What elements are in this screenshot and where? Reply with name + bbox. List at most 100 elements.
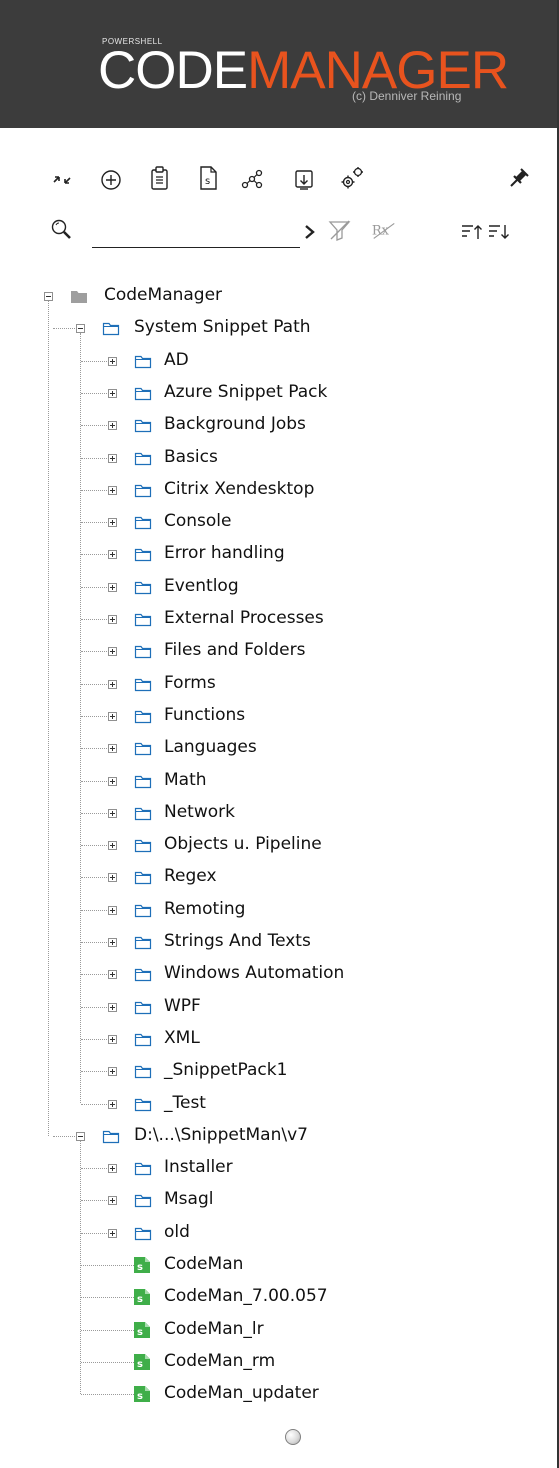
sort-descending-icon[interactable] bbox=[485, 218, 513, 246]
folder-label[interactable]: _SnippetPack1 bbox=[164, 1060, 287, 1080]
folder-icon bbox=[134, 1193, 152, 1208]
tree-node-label[interactable]: System Snippet Path bbox=[134, 317, 311, 337]
tree-connector-line bbox=[81, 586, 107, 588]
search-go-icon[interactable] bbox=[296, 218, 324, 246]
expand-icon[interactable] bbox=[108, 1228, 117, 1238]
folder-icon bbox=[134, 1226, 152, 1240]
folder-label[interactable]: Background Jobs bbox=[164, 414, 306, 434]
expand-icon[interactable] bbox=[108, 776, 117, 786]
collapse-icon[interactable] bbox=[44, 292, 53, 301]
folder-icon bbox=[134, 903, 152, 917]
expand-icon[interactable] bbox=[108, 421, 117, 431]
folder-label[interactable]: Remoting bbox=[164, 899, 245, 919]
folder-label[interactable]: Installer bbox=[164, 1157, 233, 1177]
expand-icon[interactable] bbox=[108, 1164, 117, 1174]
script-file-label[interactable]: CodeMan_lr bbox=[164, 1319, 264, 1339]
folder-label[interactable]: Basics bbox=[164, 447, 218, 467]
tree-connector-line bbox=[81, 1006, 107, 1008]
folder-label[interactable]: Forms bbox=[164, 673, 216, 693]
tree-node-label[interactable]: D:\...\SnippetMan\v7 bbox=[134, 1125, 308, 1145]
expand-icon[interactable] bbox=[108, 582, 117, 592]
script-file-label[interactable]: CodeMan_updater bbox=[164, 1383, 319, 1403]
expand-icon[interactable] bbox=[108, 711, 117, 721]
folder-label[interactable]: Functions bbox=[164, 705, 245, 725]
folder-icon bbox=[102, 321, 120, 336]
expand-icon[interactable] bbox=[108, 615, 117, 624]
folder-icon bbox=[134, 806, 152, 820]
expand-icon[interactable] bbox=[108, 388, 117, 398]
folder-label[interactable]: WPF bbox=[164, 996, 201, 1016]
folder-label[interactable]: Regex bbox=[164, 866, 217, 886]
folder-label[interactable]: Windows Automation bbox=[164, 963, 344, 983]
folder-label[interactable]: Error handling bbox=[164, 543, 285, 563]
svg-text:s: s bbox=[137, 1327, 143, 1338]
expand-icon[interactable] bbox=[108, 905, 117, 915]
folder-label[interactable]: Math bbox=[164, 770, 207, 790]
folder-label[interactable]: XML bbox=[164, 1028, 200, 1048]
folder-label[interactable]: _Test bbox=[164, 1093, 206, 1113]
tree-connector-line bbox=[81, 457, 107, 459]
tree-connector-line bbox=[81, 360, 107, 362]
tree-connector-line bbox=[81, 909, 107, 911]
tree-connector-line bbox=[81, 554, 107, 556]
snippet-icon[interactable]: s bbox=[194, 164, 222, 192]
expand-icon[interactable] bbox=[108, 808, 117, 818]
expand-icon[interactable] bbox=[108, 679, 117, 689]
expand-icon[interactable] bbox=[108, 970, 117, 980]
script-file-label[interactable]: CodeMan_7.00.057 bbox=[164, 1286, 328, 1306]
folder-label[interactable]: Files and Folders bbox=[164, 640, 306, 660]
regex-icon[interactable]: Rx bbox=[370, 216, 398, 244]
clear-filter-icon[interactable] bbox=[326, 216, 354, 244]
folder-label[interactable]: Citrix Xendesktop bbox=[164, 479, 314, 499]
folder-label[interactable]: Languages bbox=[164, 737, 257, 757]
expand-icon[interactable] bbox=[108, 1099, 117, 1109]
tree-connector-line bbox=[81, 1394, 134, 1396]
refresh-icon[interactable] bbox=[48, 166, 76, 194]
folder-label[interactable]: Strings And Texts bbox=[164, 931, 311, 951]
expand-icon[interactable] bbox=[108, 744, 117, 754]
tree-connector-line bbox=[80, 333, 81, 1104]
pin-icon[interactable] bbox=[505, 164, 533, 192]
expand-icon[interactable] bbox=[108, 873, 117, 883]
save-icon[interactable] bbox=[290, 166, 318, 194]
folder-label[interactable]: Msagl bbox=[164, 1189, 213, 1209]
expand-icon[interactable] bbox=[108, 518, 117, 528]
collapse-icon[interactable] bbox=[76, 324, 85, 334]
expand-icon[interactable] bbox=[108, 453, 117, 463]
folder-label[interactable]: External Processes bbox=[164, 608, 324, 628]
graph-icon[interactable] bbox=[238, 166, 266, 194]
folder-label[interactable]: old bbox=[164, 1222, 190, 1242]
folder-label[interactable]: Console bbox=[164, 511, 232, 531]
expand-icon[interactable] bbox=[108, 1034, 117, 1044]
folder-label[interactable]: Network bbox=[164, 802, 235, 822]
folder-label[interactable]: Eventlog bbox=[164, 576, 239, 596]
script-file-label[interactable]: CodeMan bbox=[164, 1254, 243, 1274]
expand-icon[interactable] bbox=[108, 485, 117, 495]
folder-icon bbox=[134, 709, 152, 723]
settings-icon[interactable] bbox=[338, 164, 366, 192]
expand-icon[interactable] bbox=[108, 1002, 117, 1012]
expand-icon[interactable] bbox=[108, 1067, 117, 1077]
folder-label[interactable]: Azure Snippet Pack bbox=[164, 382, 327, 402]
paste-icon[interactable] bbox=[146, 164, 174, 192]
add-icon[interactable] bbox=[97, 166, 125, 194]
expand-icon[interactable] bbox=[108, 647, 117, 657]
sort-ascending-icon[interactable] bbox=[458, 218, 486, 246]
folder-icon bbox=[134, 354, 152, 368]
search-input[interactable] bbox=[92, 226, 298, 246]
tree-connector-line bbox=[81, 1071, 107, 1073]
expand-icon[interactable] bbox=[108, 841, 117, 851]
expand-icon[interactable] bbox=[108, 356, 117, 366]
folder-icon bbox=[134, 418, 152, 433]
script-file-label[interactable]: CodeMan_rm bbox=[164, 1351, 275, 1371]
collapse-icon[interactable] bbox=[76, 1131, 85, 1141]
folder-label[interactable]: AD bbox=[164, 350, 189, 370]
expand-icon[interactable] bbox=[108, 1196, 117, 1206]
tree-connector-line bbox=[81, 1265, 134, 1266]
folder-label[interactable]: Objects u. Pipeline bbox=[164, 834, 322, 854]
folder-icon bbox=[134, 547, 152, 562]
tree-root-label[interactable]: CodeManager bbox=[104, 285, 222, 305]
root-folder-icon bbox=[70, 289, 88, 303]
expand-icon[interactable] bbox=[108, 938, 117, 947]
expand-icon[interactable] bbox=[108, 550, 117, 560]
